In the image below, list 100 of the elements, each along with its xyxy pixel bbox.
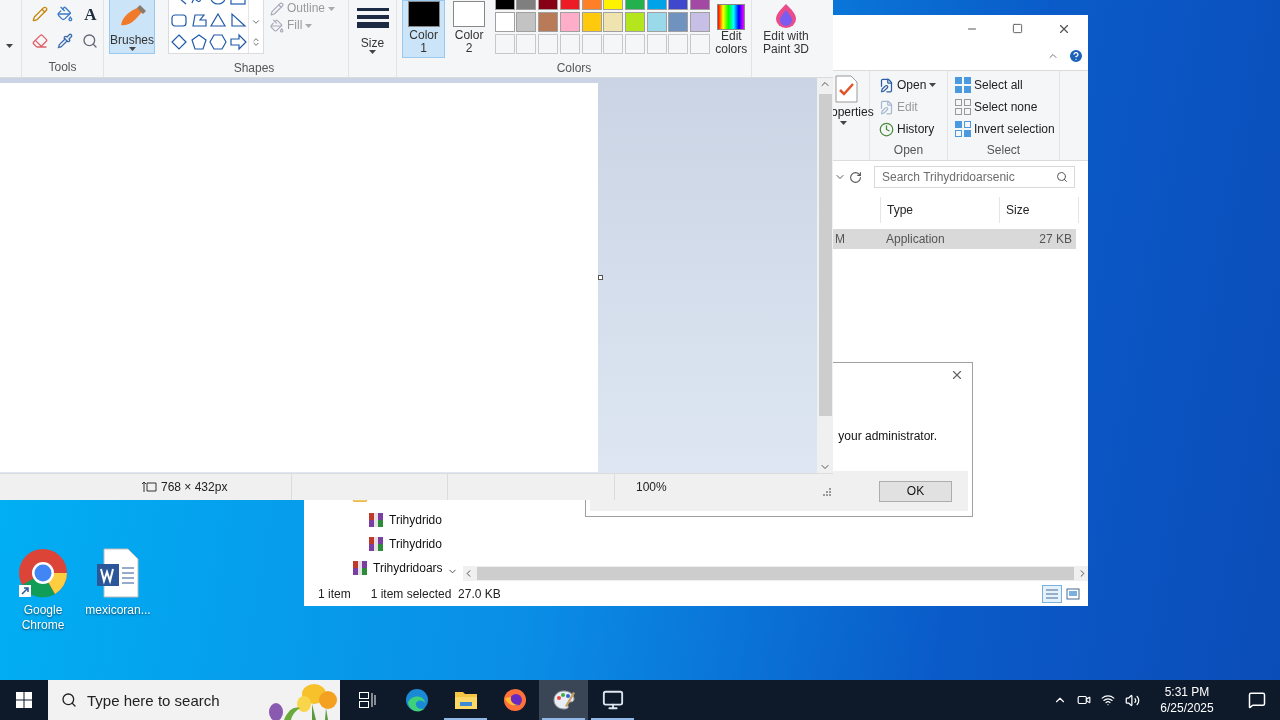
fill-icon[interactable] xyxy=(57,6,73,23)
brushes-button[interactable]: Brushes xyxy=(109,0,155,54)
properties-check-icon xyxy=(835,75,859,103)
running-indicator xyxy=(444,718,487,720)
invert-selection-icon xyxy=(955,121,971,137)
edit-icon xyxy=(879,99,894,115)
right-triangle-icon[interactable] xyxy=(229,11,248,29)
archive-icon xyxy=(352,560,368,576)
refresh-icon[interactable] xyxy=(849,170,862,184)
triangle-icon[interactable] xyxy=(209,11,228,29)
hexagon-icon[interactable] xyxy=(209,33,228,51)
resize-grip-icon[interactable] xyxy=(823,488,831,496)
magnifier-icon[interactable] xyxy=(82,33,99,50)
select-all-icon xyxy=(955,77,971,93)
caret-icon xyxy=(369,50,376,54)
paint-3d-icon xyxy=(775,4,797,28)
column-header[interactable]: Size xyxy=(999,197,1079,223)
pentagon-icon[interactable] xyxy=(189,33,208,51)
pencil-icon[interactable] xyxy=(31,6,48,23)
caret-icon xyxy=(929,83,937,87)
group-label: Open xyxy=(893,142,924,160)
color-1-button[interactable]: Color 1 xyxy=(402,0,446,58)
column-header[interactable]: Type xyxy=(880,197,999,223)
group-label: Tools xyxy=(48,59,77,77)
scroll-down-icon[interactable] xyxy=(251,17,262,27)
palette-swatch[interactable] xyxy=(668,12,689,32)
caret-icon xyxy=(305,23,313,28)
arrow-icon[interactable] xyxy=(229,33,248,51)
open-button[interactable]: Open xyxy=(897,76,927,94)
eraser-icon[interactable] xyxy=(31,33,48,50)
expand-gallery-icon[interactable] xyxy=(251,37,262,47)
scrollbar-thumb[interactable] xyxy=(477,567,1074,580)
taskbar-app[interactable] xyxy=(539,680,588,720)
caret-icon xyxy=(6,44,13,48)
task-view-icon xyxy=(358,692,377,708)
file-row[interactable]: M Application 27 KB xyxy=(833,229,1076,249)
palette-swatch[interactable] xyxy=(516,12,537,32)
invert-selection-button[interactable]: Invert selection xyxy=(974,120,1055,138)
history-icon xyxy=(879,121,894,137)
resize-handle[interactable] xyxy=(598,275,603,280)
tree-item[interactable]: Trihydrido xyxy=(389,535,442,553)
table-cell-text: Application xyxy=(885,231,946,248)
palette-icon xyxy=(551,688,576,712)
palette-swatch[interactable] xyxy=(559,12,580,32)
details-view-icon[interactable] xyxy=(1042,584,1062,603)
browser-icon xyxy=(18,548,68,598)
edit-colors-button[interactable]: Edit colors xyxy=(711,0,751,58)
network-icon[interactable] xyxy=(1101,693,1115,707)
text-tool[interactable]: A xyxy=(84,6,97,24)
outline-icon xyxy=(270,1,284,16)
maximize-icon[interactable] xyxy=(1012,23,1023,34)
horizontal-scrollbar[interactable] xyxy=(463,566,1088,581)
table-cell-text: M xyxy=(834,231,846,248)
palette-swatch[interactable] xyxy=(494,12,515,32)
history-button[interactable]: History xyxy=(897,120,935,138)
folder-icon xyxy=(453,690,478,710)
properties-button[interactable]: operties xyxy=(831,103,874,121)
select-none-button[interactable]: Select none xyxy=(974,98,1038,116)
tree-item[interactable]: Trihydridoars xyxy=(373,559,443,577)
palette-swatch[interactable] xyxy=(581,12,602,32)
polygon-icon[interactable] xyxy=(189,11,208,29)
open-icon xyxy=(879,77,894,93)
size-button[interactable]: Size xyxy=(356,0,389,58)
edit-with-paint-3d-button[interactable]: Edit with Paint 3D xyxy=(754,0,818,58)
archive-icon xyxy=(368,536,384,552)
meet-icon[interactable] xyxy=(1077,693,1091,707)
palette-swatch[interactable] xyxy=(646,12,667,32)
notifications-icon[interactable] xyxy=(1248,691,1266,709)
close-icon[interactable] xyxy=(950,368,964,382)
palette-swatch[interactable] xyxy=(603,12,624,32)
document-icon xyxy=(96,548,140,598)
tree-item[interactable]: Trihydrido xyxy=(389,511,442,529)
browser-icon xyxy=(404,688,429,712)
scrollbar-thumb[interactable] xyxy=(818,94,832,416)
search-icon xyxy=(61,692,77,708)
group-label: Colors xyxy=(556,59,592,77)
search-icon xyxy=(1056,171,1068,183)
clock[interactable]: 5:31 PM 6/25/2025 xyxy=(1150,684,1224,716)
running-indicator xyxy=(591,718,634,720)
search-field[interactable]: Type here to search xyxy=(48,680,254,720)
group-label: Shapes xyxy=(233,59,275,77)
palette-swatch[interactable] xyxy=(624,12,645,32)
canvas-dimensions: 768 × 432px xyxy=(161,479,228,496)
table-cell-text: 27 KB xyxy=(1038,231,1073,248)
select-all-button[interactable]: Select all xyxy=(974,76,1023,94)
palette-swatch[interactable] xyxy=(689,12,710,32)
dialog-message: your administrator. xyxy=(838,428,937,445)
caret-icon xyxy=(328,6,336,11)
zoom-level: 100% xyxy=(636,479,667,496)
diamond-icon[interactable] xyxy=(169,33,188,51)
ok-button[interactable]: OK xyxy=(879,480,952,502)
color-2-button[interactable]: Color 2 xyxy=(447,0,491,58)
search-field[interactable]: Search Trihydridoarsenic xyxy=(874,166,1075,188)
rounded-rectangle-icon[interactable] xyxy=(169,11,188,29)
color-picker-icon[interactable] xyxy=(57,33,73,50)
monitor-icon xyxy=(601,689,624,711)
volume-icon[interactable] xyxy=(1125,692,1140,708)
windows-icon xyxy=(16,692,32,708)
help-icon[interactable] xyxy=(1068,48,1084,64)
palette-swatch[interactable] xyxy=(538,12,559,32)
